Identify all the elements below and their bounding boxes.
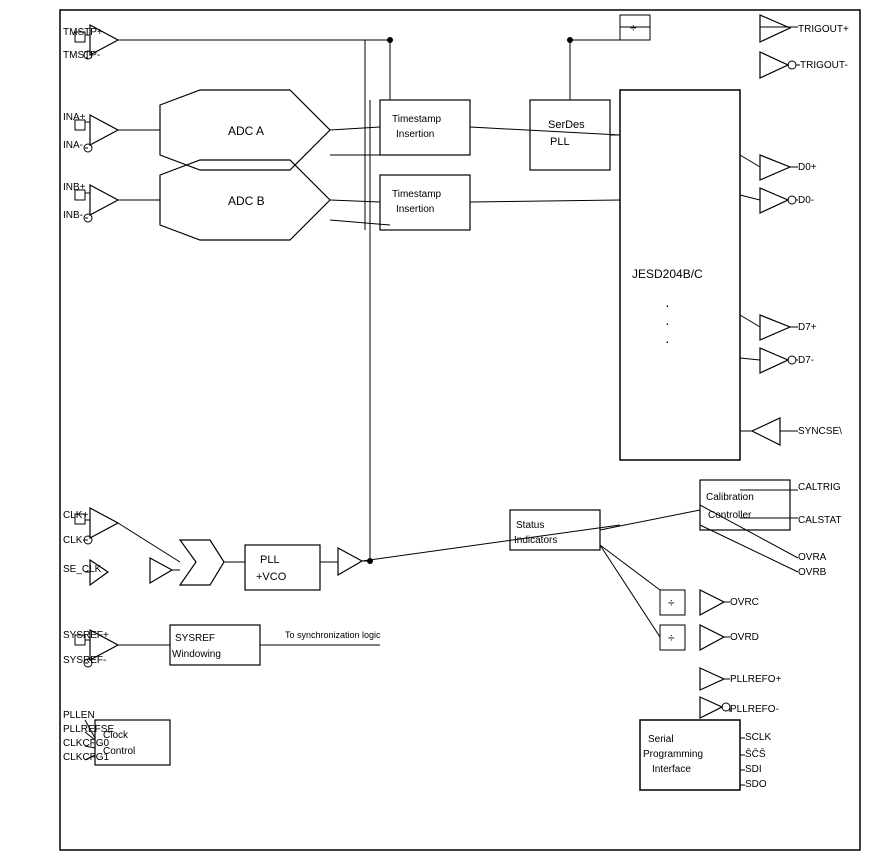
sclk-label: SCLK [745,732,771,743]
syncse-label: SYNCSE\ [798,426,842,437]
pllrefo-minus-label: PLLREFO- [730,704,779,715]
status-label: Status [516,520,544,531]
d0-minus-label: D0- [798,195,814,206]
clkcfg0-label: CLKCFG0 [63,738,110,749]
trigout-plus-label: TRIGOUT+ [798,24,849,35]
pll-vco-label: PLL [260,554,280,566]
diagram-container: ADC A ADC B Timestamp Insertion Timestam… [0,0,890,860]
pllrefse-label: PLLREFSE [63,724,114,735]
cal-ctrl-label2: Controller [708,510,752,521]
pllen-label: PLLEN [63,710,95,721]
sdo-label: SDO [745,779,767,790]
caltrig-label: CALTRIG [798,482,841,493]
scs-label: S̄C̄S̄ [745,747,766,760]
calstat-label: CALSTAT [798,515,842,526]
adc-b-label: ADC B [228,194,265,208]
clkcfg1-label: CLKCFG1 [63,752,110,763]
pll-vco-label2: +VCO [256,571,287,583]
d0-plus-label: D0+ [798,162,817,173]
clk-plus-label: CLK+ [63,510,88,521]
ina-plus-label: INA+ [63,112,86,123]
trigout-minus-label: TRIGOUT- [800,60,848,71]
serdes-pll-label: PLL [550,136,570,148]
sysref-minus-label: SYSREF- [63,655,106,666]
block-diagram: ADC A ADC B Timestamp Insertion Timestam… [0,0,890,860]
timestamp1-label: Timestamp [392,114,442,125]
clk-minus-label: CLK- [63,535,86,546]
spi-label: Serial [648,734,674,745]
timestamp1-label2: Insertion [396,129,434,140]
timestamp2-label: Timestamp [392,189,442,200]
timestamp2-label2: Insertion [396,204,434,215]
dots-label: · [665,297,670,313]
serdes-label: SerDes [548,119,585,131]
ovrc-label: OVRC [730,597,759,608]
ovrb-label: OVRB [798,567,827,578]
divide2-label: ÷ [668,596,675,610]
spi-label2: Programming [643,749,703,760]
cal-ctrl-label: Calibration [706,492,754,503]
adc-a-label: ADC A [228,124,264,138]
jesd-label: JESD204B/C [632,267,703,281]
d7-minus-label: D7- [798,355,814,366]
tmstp-minus-label: TMSTP- [63,50,100,61]
ovra-label: OVRA [798,552,827,563]
se-clk-label: SE_CLK [63,564,102,575]
sysref-win-label2: Windowing [172,649,221,660]
sysref-plus-label: SYSREF+ [63,630,109,641]
ovrd-label: OVRD [730,632,759,643]
sdi-label: SDI [745,764,762,775]
divide3-label: ÷ [668,631,675,645]
inb-minus-label: INB- [63,210,83,221]
dots-label2: · [665,315,670,331]
divide1-label: ÷ [630,21,637,35]
spi-label3: Interface [652,764,691,775]
pllrefo-plus-label: PLLREFO+ [730,674,782,685]
inb-plus-label: INB+ [63,182,86,193]
d7-plus-label: D7+ [798,322,817,333]
to-sync-label: To synchronization logic [285,630,381,640]
ina-minus-label: INA- [63,140,83,151]
dots-label3: · [665,333,670,349]
sysref-win-label: SYSREF [175,633,215,644]
tmstp-plus-label: TMSTP+ [63,27,103,38]
